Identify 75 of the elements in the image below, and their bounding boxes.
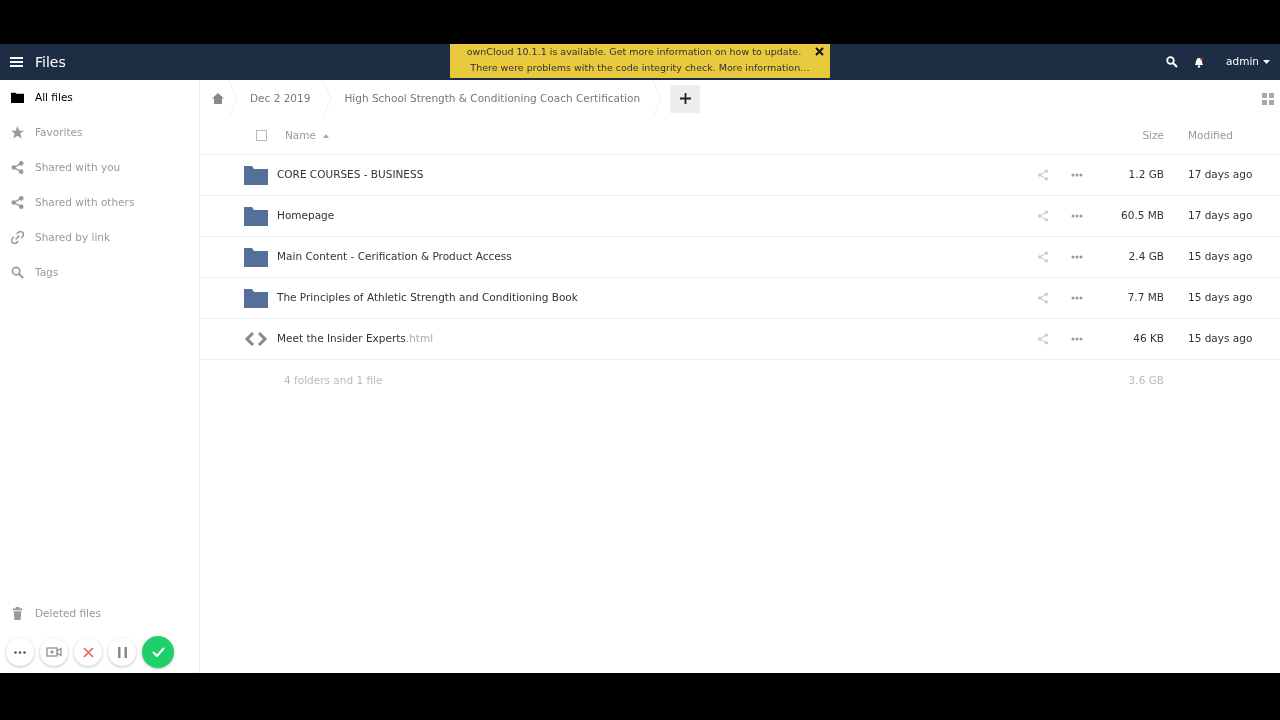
file-name[interactable]: CORE COURSES - BUSINESS — [277, 167, 424, 183]
pause-icon — [117, 646, 127, 658]
share-icon[interactable] — [1037, 333, 1049, 345]
share-icon[interactable] — [1037, 169, 1049, 181]
cancel-icon — [82, 646, 94, 658]
select-all-checkbox[interactable] — [256, 130, 267, 141]
breadcrumb-separator — [652, 80, 663, 117]
file-name[interactable]: Homepage — [277, 208, 335, 224]
more-icon[interactable] — [1071, 214, 1083, 218]
folder-icon — [11, 91, 24, 104]
integrity-message-link[interactable]: There were problems with the code integrity check. More information… — [470, 62, 810, 73]
file-size: 1.2 GB — [1127, 167, 1164, 183]
modified-date: 15 days ago — [1187, 290, 1254, 306]
sidebar-item[interactable]: Favorites — [0, 115, 199, 150]
share-icon[interactable] — [1037, 210, 1049, 222]
file-size: 7.7 MB — [1126, 290, 1164, 306]
home-icon[interactable] — [212, 93, 224, 104]
breadcrumb-link[interactable]: Dec 2 2019 — [238, 90, 323, 107]
trash-icon — [11, 607, 24, 620]
menu-icon[interactable] — [10, 57, 23, 67]
star-icon — [11, 126, 24, 139]
modified-date: 15 days ago — [1187, 331, 1254, 347]
sidebar-item[interactable]: Shared with you — [0, 150, 199, 185]
sidebar-item[interactable]: Shared by link — [0, 220, 199, 255]
modified-date: 17 days ago — [1187, 167, 1254, 183]
share-icon[interactable] — [1037, 251, 1049, 263]
modified-date: 17 days ago — [1187, 208, 1254, 224]
column-header[interactable]: Modified — [1164, 127, 1280, 144]
share-icon — [11, 196, 24, 209]
plus-icon — [679, 93, 691, 105]
file-name[interactable]: Main Content - Cerification & Product Access — [277, 249, 512, 265]
sidebar-item[interactable]: Tags — [0, 255, 199, 290]
update-message: ownCloud 10.1.1 is available. Get more information on how to update. — [465, 45, 803, 59]
search-icon — [11, 266, 24, 279]
more-icon[interactable] — [1071, 173, 1083, 177]
column-header[interactable]: Size — [1094, 127, 1164, 144]
bell-icon[interactable] — [1194, 56, 1205, 68]
file-size: 2.4 GB — [1127, 249, 1164, 265]
sidebar-item[interactable]: All files — [0, 80, 199, 115]
sidebar-item[interactable]: Deleted files — [0, 596, 199, 631]
app-title: Files — [35, 52, 66, 72]
folder-icon — [244, 165, 268, 185]
folder-icon — [244, 247, 268, 267]
share-icon — [11, 161, 24, 174]
file-name[interactable]: The Principles of Athletic Strength and Conditioning Book — [277, 290, 578, 306]
file-size: 60.5 MB — [1120, 208, 1164, 224]
total-size: 3.6 GB — [1127, 372, 1164, 388]
done-icon — [151, 647, 165, 657]
code-file-icon — [244, 331, 268, 347]
user-menu[interactable]: admin — [1226, 54, 1270, 70]
more-icon — [14, 650, 26, 654]
share-icon[interactable] — [1037, 292, 1049, 304]
caret-icon — [1263, 60, 1270, 65]
camera-icon — [46, 646, 62, 658]
more-icon[interactable] — [1071, 255, 1083, 259]
breadcrumb-separator — [228, 80, 238, 117]
file-name[interactable]: Meet the Insider Experts.html — [277, 331, 434, 347]
new-button[interactable] — [670, 84, 701, 113]
close-icon — [815, 47, 824, 56]
sort-arrow-icon — [323, 133, 329, 138]
more-icon[interactable] — [1071, 337, 1083, 341]
link-icon — [11, 231, 24, 244]
breadcrumb-link[interactable]: High School Strength & Conditioning Coach Certification — [332, 90, 653, 107]
breadcrumb-separator — [322, 80, 333, 117]
grid-view-icon[interactable] — [1262, 92, 1274, 105]
more-icon[interactable] — [1071, 296, 1083, 300]
sidebar-item[interactable]: Shared with others — [0, 185, 199, 220]
column-header[interactable]: Name — [285, 127, 329, 144]
summary-text: 4 folders and 1 file — [283, 372, 384, 388]
modified-date: 15 days ago — [1187, 249, 1254, 265]
folder-icon — [244, 288, 268, 308]
folder-icon — [244, 206, 268, 226]
close-button[interactable] — [815, 44, 824, 58]
file-size: 46 KB — [1132, 331, 1164, 347]
search-icon[interactable] — [1166, 56, 1179, 68]
